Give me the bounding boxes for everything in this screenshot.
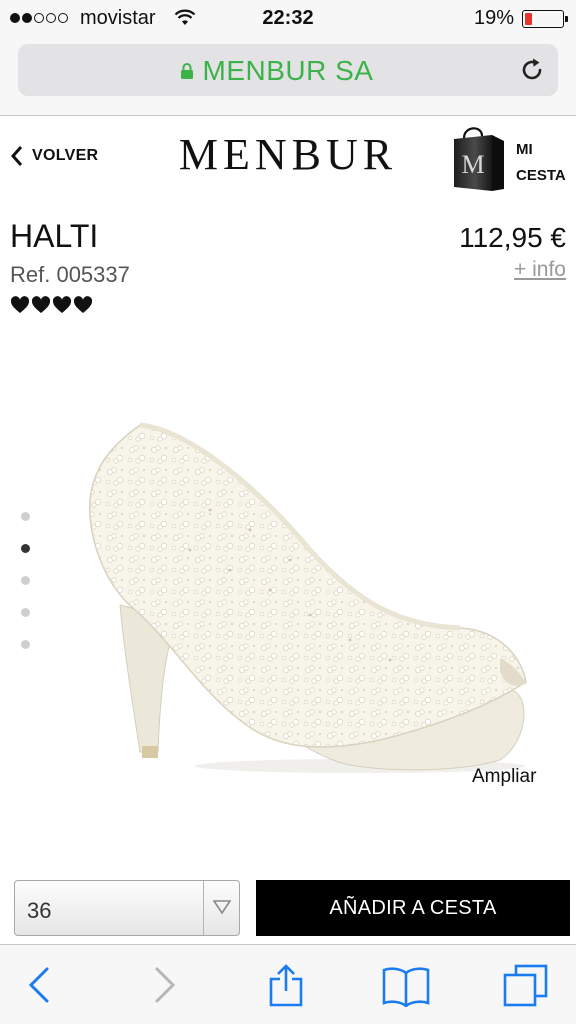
browser-toolbar	[0, 944, 576, 1024]
reload-icon[interactable]	[518, 56, 546, 84]
browser-address-bar: MENBUR SA	[0, 36, 576, 116]
product-image[interactable]	[60, 400, 560, 790]
chevron-down-icon	[213, 900, 231, 914]
size-value: 36	[27, 898, 52, 923]
cart-button[interactable]: M MI CESTA	[448, 123, 574, 197]
add-to-cart-button[interactable]: AÑADIR A CESTA	[256, 880, 570, 936]
product-reference: Ref. 005337	[10, 262, 130, 287]
tabs-icon[interactable]	[502, 963, 550, 1007]
back-link[interactable]: VOLVER	[10, 145, 98, 167]
product-name: HALTI	[10, 218, 99, 254]
size-select[interactable]: 36	[14, 880, 240, 936]
chevron-left-icon	[10, 146, 23, 166]
pager-dot[interactable]	[21, 576, 30, 585]
shopping-bag-icon: M	[454, 127, 504, 191]
pager-dot[interactable]	[21, 608, 30, 617]
forward-icon[interactable]	[142, 963, 182, 1007]
back-label: VOLVER	[32, 147, 99, 164]
back-icon[interactable]	[22, 963, 62, 1007]
battery-icon	[522, 10, 568, 28]
heart-icon	[10, 296, 30, 313]
heart-icon	[73, 296, 93, 313]
pager-dot[interactable]	[21, 544, 30, 553]
more-info-link[interactable]: + info	[514, 258, 566, 282]
site-header: VOLVER MENBUR M MI CESTA	[0, 117, 576, 197]
rating-hearts	[10, 296, 93, 314]
pager-dot[interactable]	[21, 512, 30, 521]
dropdown-arrow	[203, 881, 239, 935]
product-price: 112,95 €	[459, 222, 566, 253]
cart-label: MI CESTA	[516, 141, 566, 184]
url-text: MENBUR SA	[202, 55, 374, 86]
heart-icon	[31, 296, 51, 313]
url-field[interactable]: MENBUR SA	[18, 44, 558, 96]
bookmarks-icon[interactable]	[382, 963, 430, 1007]
status-bar: movistar 22:32 19%	[0, 0, 576, 36]
share-icon[interactable]	[266, 963, 306, 1007]
pager-dot[interactable]	[21, 640, 30, 649]
heart-icon	[52, 296, 72, 313]
battery-percentage: 19%	[473, 7, 514, 29]
svg-text:M: M	[461, 150, 484, 179]
zoom-link[interactable]: Ampliar	[472, 766, 536, 788]
